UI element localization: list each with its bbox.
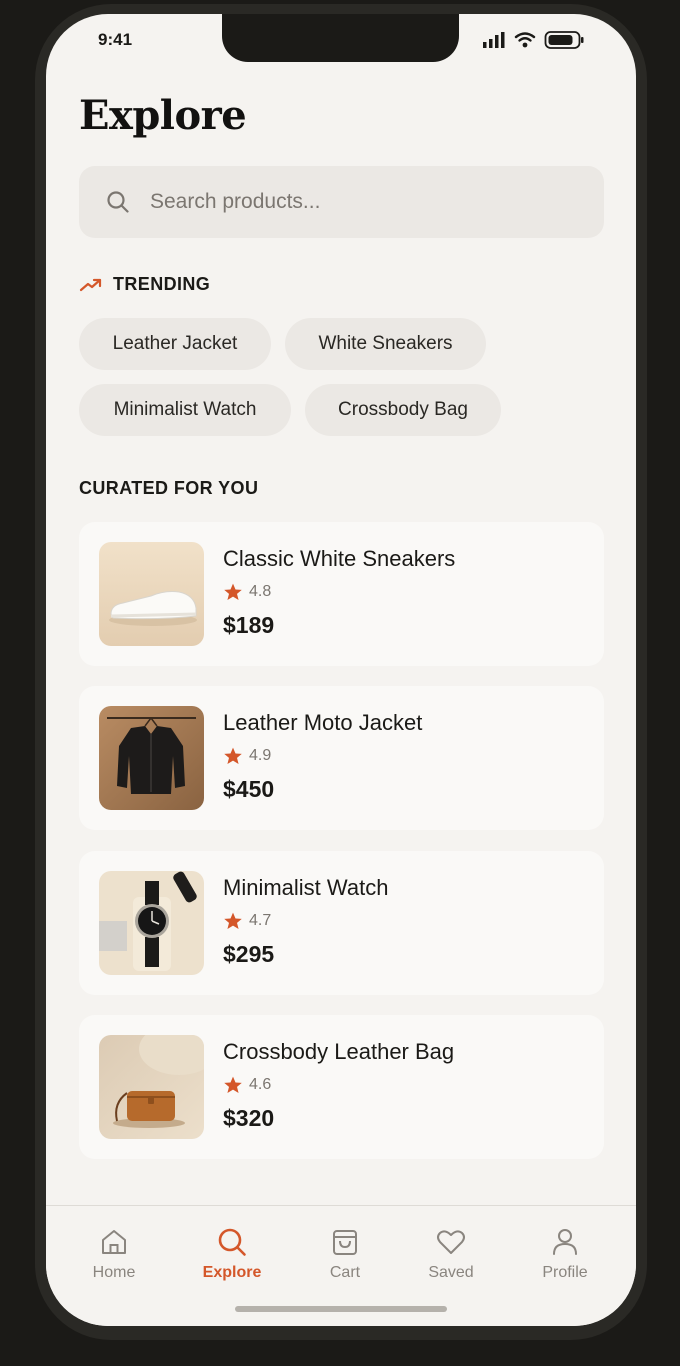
search-input[interactable]: Search products... [79, 166, 604, 238]
status-time: 9:41 [98, 30, 133, 49]
product-card-minimalist-watch[interactable]: Minimalist Watch 4.7 $295 [79, 851, 604, 995]
tab-saved-label: Saved [428, 1264, 474, 1281]
curated-header: CURATED FOR YOU [79, 478, 259, 498]
product-image-bag [99, 1035, 204, 1139]
wifi-icon [514, 32, 536, 48]
search-icon [107, 191, 129, 213]
star-icon [224, 912, 242, 929]
device-notch [222, 14, 459, 62]
search-icon [218, 1228, 246, 1256]
rating-value: 4.9 [249, 747, 272, 764]
trending-up-icon [79, 278, 102, 291]
product-image-sneakers [99, 542, 204, 646]
trending-chip-minimalist-watch[interactable]: Minimalist Watch [79, 384, 291, 436]
product-price: $189 [223, 612, 275, 638]
tab-home-label: Home [92, 1264, 136, 1281]
star-icon [224, 1076, 242, 1093]
product-rating: 4.9 [223, 746, 271, 766]
heart-icon [437, 1230, 465, 1254]
tab-profile-label: Profile [542, 1264, 588, 1281]
product-card-crossbody-leather-bag[interactable]: Crossbody Leather Bag 4.6 $320 [79, 1015, 604, 1159]
shopping-bag-icon [333, 1230, 357, 1255]
product-rating: 4.6 [223, 1075, 271, 1095]
trending-header: TRENDING [79, 274, 210, 295]
status-icons [482, 30, 584, 50]
tab-home[interactable]: Home [64, 1226, 164, 1282]
tab-explore-label: Explore [202, 1264, 262, 1281]
product-rating: 4.8 [223, 582, 271, 602]
product-name: Leather Moto Jacket [223, 710, 423, 735]
rating-value: 4.8 [249, 583, 272, 600]
product-name: Minimalist Watch [223, 875, 389, 900]
person-icon [553, 1229, 577, 1255]
product-name: Crossbody Leather Bag [223, 1039, 455, 1064]
trending-chip-leather-jacket[interactable]: Leather Jacket [79, 318, 271, 370]
home-icon [102, 1230, 126, 1254]
product-card-classic-white-sneakers[interactable]: Classic White Sneakers 4.8 $189 [79, 522, 604, 666]
trending-chip-white-sneakers[interactable]: White Sneakers [285, 318, 486, 370]
product-price: $320 [223, 1105, 275, 1131]
product-name: Classic White Sneakers [223, 546, 456, 571]
trending-chip-crossbody-bag[interactable]: Crossbody Bag [305, 384, 501, 436]
star-icon [224, 747, 242, 764]
search-placeholder: Search products... [150, 190, 321, 213]
product-image-jacket [99, 706, 204, 810]
tab-cart-label: Cart [329, 1264, 361, 1281]
app-screen: 9:41 Explore Search products... TRENDING… [46, 14, 636, 1326]
product-rating: 4.7 [223, 911, 271, 931]
product-image-watch [99, 871, 204, 975]
product-price: $295 [223, 941, 275, 967]
battery-icon [544, 31, 584, 49]
tab-profile[interactable]: Profile [515, 1226, 615, 1282]
home-indicator[interactable] [235, 1306, 447, 1312]
tab-cart[interactable]: Cart [295, 1226, 395, 1282]
star-icon [224, 583, 242, 600]
tab-saved[interactable]: Saved [401, 1226, 501, 1282]
product-card-leather-moto-jacket[interactable]: Leather Moto Jacket 4.9 $450 [79, 686, 604, 830]
tab-explore[interactable]: Explore [182, 1226, 282, 1282]
rating-value: 4.6 [249, 1076, 272, 1093]
rating-value: 4.7 [249, 912, 272, 929]
product-price: $450 [223, 776, 275, 802]
cellular-signal-icon [483, 32, 505, 48]
trending-label: TRENDING [113, 274, 211, 294]
page-title: Explore [79, 92, 247, 139]
